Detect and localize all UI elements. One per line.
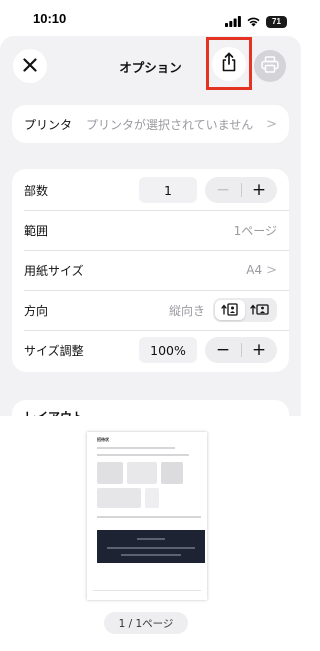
- preview-blurred-block: [127, 462, 157, 484]
- preview-blurred-block: [97, 488, 141, 508]
- print-button[interactable]: [254, 50, 286, 82]
- cellular-signal-icon: [225, 12, 241, 31]
- nav-bar: オプション: [0, 36, 301, 98]
- share-icon: [221, 52, 237, 76]
- copies-plus-button[interactable]: +: [241, 177, 277, 203]
- paper-size-value: A4: [246, 263, 263, 277]
- scale-row: サイズ調整 100% − +: [12, 330, 289, 370]
- preview-text-line: [97, 454, 189, 456]
- stepper-divider: [241, 343, 242, 357]
- preview-blurred-block: [145, 488, 159, 508]
- copies-stepper: − +: [205, 177, 277, 203]
- orientation-label: 方向: [24, 303, 49, 318]
- status-bar: 10:10 71: [0, 0, 301, 36]
- stepper-divider: [241, 183, 242, 197]
- preview-doc-title: 招待状: [97, 437, 109, 442]
- landscape-option[interactable]: [245, 300, 275, 320]
- print-options-sheet: オプション プリンタ プリンタが選択されていません > 部数 1 − + 範囲 …: [0, 36, 301, 651]
- scale-minus-button[interactable]: −: [205, 337, 241, 363]
- range-label: 範囲: [24, 223, 49, 238]
- preview-text-line: [97, 516, 201, 518]
- status-time: 10:10: [33, 11, 67, 26]
- copies-label: 部数: [24, 183, 49, 198]
- scale-field[interactable]: 100%: [139, 337, 197, 363]
- printer-label: プリンタ: [24, 117, 73, 132]
- preview-text-line: [93, 590, 201, 591]
- orientation-value: 縦向き: [168, 303, 205, 318]
- orientation-segmented-control: [213, 298, 277, 322]
- battery-icon: 71: [266, 15, 287, 28]
- printer-selector[interactable]: プリンタ プリンタが選択されていません >: [12, 105, 289, 143]
- range-row[interactable]: 範囲 1ページ: [12, 210, 289, 250]
- print-preview-area: 招待状 1 / 1ページ: [0, 416, 301, 651]
- page-indicator-badge: 1 / 1ページ: [104, 612, 188, 634]
- landscape-icon: [250, 301, 270, 320]
- status-icons: 71: [225, 12, 287, 31]
- paper-size-row[interactable]: 用紙サイズ A4 >: [12, 250, 289, 290]
- printer-value: プリンタが選択されていません: [86, 117, 254, 132]
- chevron-right-icon: >: [266, 262, 277, 278]
- chevron-right-icon: >: [266, 116, 277, 132]
- share-button[interactable]: [212, 47, 246, 81]
- preview-footer-line: [121, 554, 181, 556]
- preview-footer-line: [107, 547, 195, 549]
- range-value: 1ページ: [233, 223, 277, 238]
- portrait-icon: [221, 301, 239, 320]
- preview-footer-line: [137, 538, 165, 540]
- scale-stepper: − +: [205, 337, 277, 363]
- orientation-row: 方向 縦向き: [12, 290, 289, 330]
- portrait-option[interactable]: [215, 300, 245, 320]
- wifi-icon: [246, 12, 261, 31]
- copies-field[interactable]: 1: [139, 177, 197, 203]
- paper-size-label: 用紙サイズ: [24, 263, 84, 278]
- scale-plus-button[interactable]: +: [241, 337, 277, 363]
- preview-blurred-block: [161, 462, 183, 484]
- copies-minus-button[interactable]: −: [205, 177, 241, 203]
- printer-icon: [261, 55, 279, 77]
- preview-dark-footer: [97, 530, 205, 563]
- print-settings-card: 部数 1 − + 範囲 1ページ 用紙サイズ A4 > 方向 縦向き サイズ調整…: [12, 169, 289, 372]
- preview-text-line: [97, 447, 175, 449]
- preview-blurred-block: [97, 462, 123, 484]
- scale-label: サイズ調整: [24, 343, 84, 358]
- copies-row: 部数 1 − +: [12, 170, 289, 210]
- page-preview-thumbnail[interactable]: 招待状: [87, 432, 207, 600]
